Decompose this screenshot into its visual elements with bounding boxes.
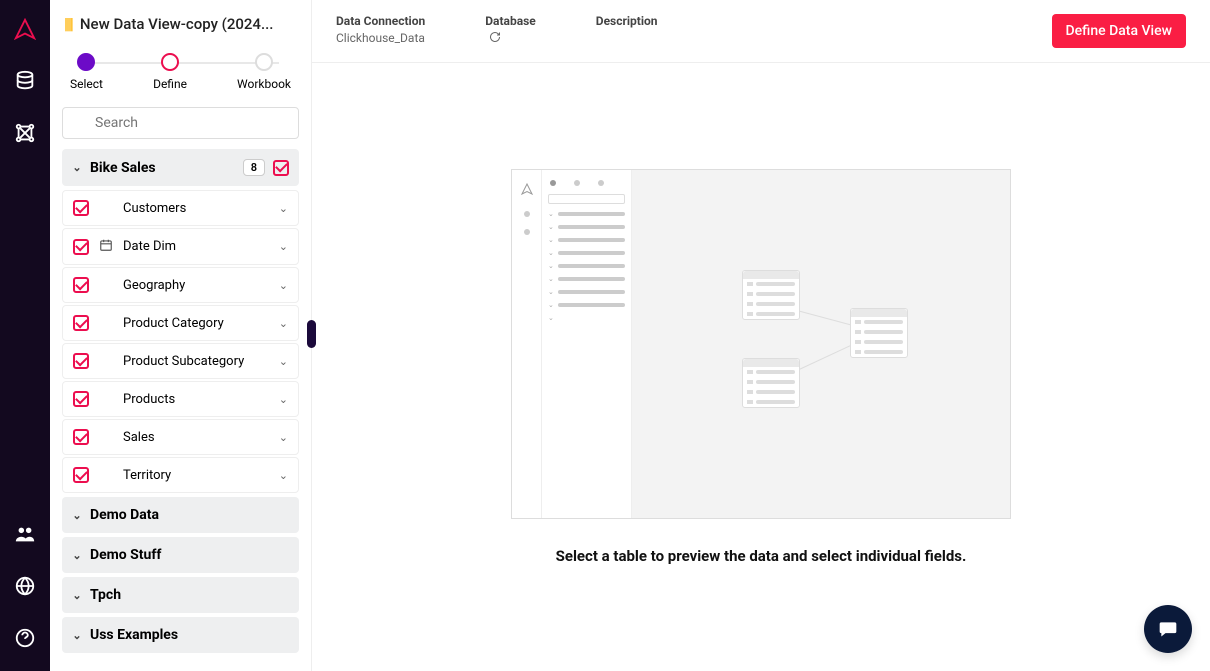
group-bike-sales[interactable]: ⌄ Bike Sales 8 (62, 149, 299, 186)
chevron-down-icon: ⌄ (72, 589, 82, 602)
refresh-icon[interactable] (489, 31, 501, 46)
mini-logo-icon (521, 180, 533, 199)
chevron-down-icon[interactable]: ⌄ (279, 393, 288, 406)
users-icon[interactable] (14, 523, 36, 549)
table-checkbox[interactable] (73, 200, 89, 216)
placeholder-illustration: ⌄ ⌄ ⌄ ⌄ ⌄ ⌄ ⌄ ⌄ ⌄ (511, 169, 1011, 519)
define-data-view-button[interactable]: Define Data View (1052, 14, 1186, 48)
database-icon[interactable] (14, 70, 36, 96)
chevron-down-icon[interactable]: ⌄ (279, 355, 288, 368)
table-checkbox[interactable] (73, 353, 89, 369)
sidebar-panel: |||| New Data View-copy (2024... Select … (50, 0, 312, 671)
help-icon[interactable] (14, 627, 36, 653)
chevron-down-icon[interactable]: ⌄ (279, 279, 288, 292)
table-row[interactable]: Sales ⌄ (62, 419, 299, 455)
header-database: Database (485, 14, 536, 46)
main-area: Data Connection Clickhouse_Data Database… (312, 0, 1210, 671)
panel-resize-handle[interactable] (307, 320, 316, 348)
chevron-down-icon: ⌄ (72, 629, 82, 642)
table-checkbox[interactable] (73, 315, 89, 331)
chevron-down-icon: ⌄ (72, 509, 82, 522)
table-row[interactable]: Date Dim ⌄ (62, 228, 299, 265)
step-workbook[interactable]: Workbook (237, 53, 291, 91)
table-checkbox[interactable] (73, 429, 89, 445)
chevron-down-icon[interactable]: ⌄ (279, 317, 288, 330)
bars-icon: |||| (64, 14, 72, 33)
canvas-message: Select a table to preview the data and s… (556, 547, 967, 565)
table-checkbox[interactable] (73, 467, 89, 483)
chevron-down-icon: ⌄ (72, 549, 82, 562)
table-checkbox[interactable] (73, 277, 89, 293)
chevron-down-icon[interactable]: ⌄ (279, 431, 288, 444)
group-demo-stuff[interactable]: ⌄ Demo Stuff (62, 537, 299, 573)
canvas-area: ⌄ ⌄ ⌄ ⌄ ⌄ ⌄ ⌄ ⌄ ⌄ (312, 63, 1210, 671)
chevron-down-icon[interactable]: ⌄ (279, 240, 288, 253)
chevron-down-icon[interactable]: ⌄ (279, 202, 288, 215)
calendar-icon (99, 238, 113, 255)
model-icon[interactable] (14, 122, 36, 148)
panel-title-row: |||| New Data View-copy (2024... (50, 0, 311, 43)
table-row[interactable]: Customers ⌄ (62, 190, 299, 226)
table-row[interactable]: Products ⌄ (62, 381, 299, 417)
step-select[interactable]: Select (70, 53, 103, 91)
group-tpch[interactable]: ⌄ Tpch (62, 577, 299, 613)
logo-icon[interactable] (14, 18, 36, 44)
table-row[interactable]: Territory ⌄ (62, 457, 299, 493)
search-input[interactable] (62, 107, 299, 139)
globe-icon[interactable] (14, 575, 36, 601)
chevron-down-icon[interactable]: ⌄ (279, 469, 288, 482)
step-indicator: Select Define Workbook (50, 43, 311, 97)
table-checkbox[interactable] (73, 391, 89, 407)
group-checkbox[interactable] (273, 160, 289, 176)
table-row[interactable]: Product Category ⌄ (62, 305, 299, 341)
group-demo-data[interactable]: ⌄ Demo Data (62, 497, 299, 533)
table-row[interactable]: Geography ⌄ (62, 267, 299, 303)
header-connection: Data Connection Clickhouse_Data (336, 14, 425, 45)
table-checkbox[interactable] (73, 239, 89, 255)
group-uss-examples[interactable]: ⌄ Uss Examples (62, 617, 299, 653)
chat-launcher[interactable] (1144, 605, 1192, 653)
schema-tree: ⌄ Bike Sales 8 Customers ⌄ Date Dim ⌄ (50, 149, 311, 657)
count-badge: 8 (243, 159, 265, 176)
step-define[interactable]: Define (153, 53, 187, 91)
table-row[interactable]: Product Subcategory ⌄ (62, 343, 299, 379)
page-title: New Data View-copy (2024... (80, 15, 274, 33)
chevron-down-icon: ⌄ (72, 161, 82, 174)
main-header: Data Connection Clickhouse_Data Database… (312, 0, 1210, 63)
left-nav-rail (0, 0, 50, 671)
header-description: Description (596, 14, 658, 31)
